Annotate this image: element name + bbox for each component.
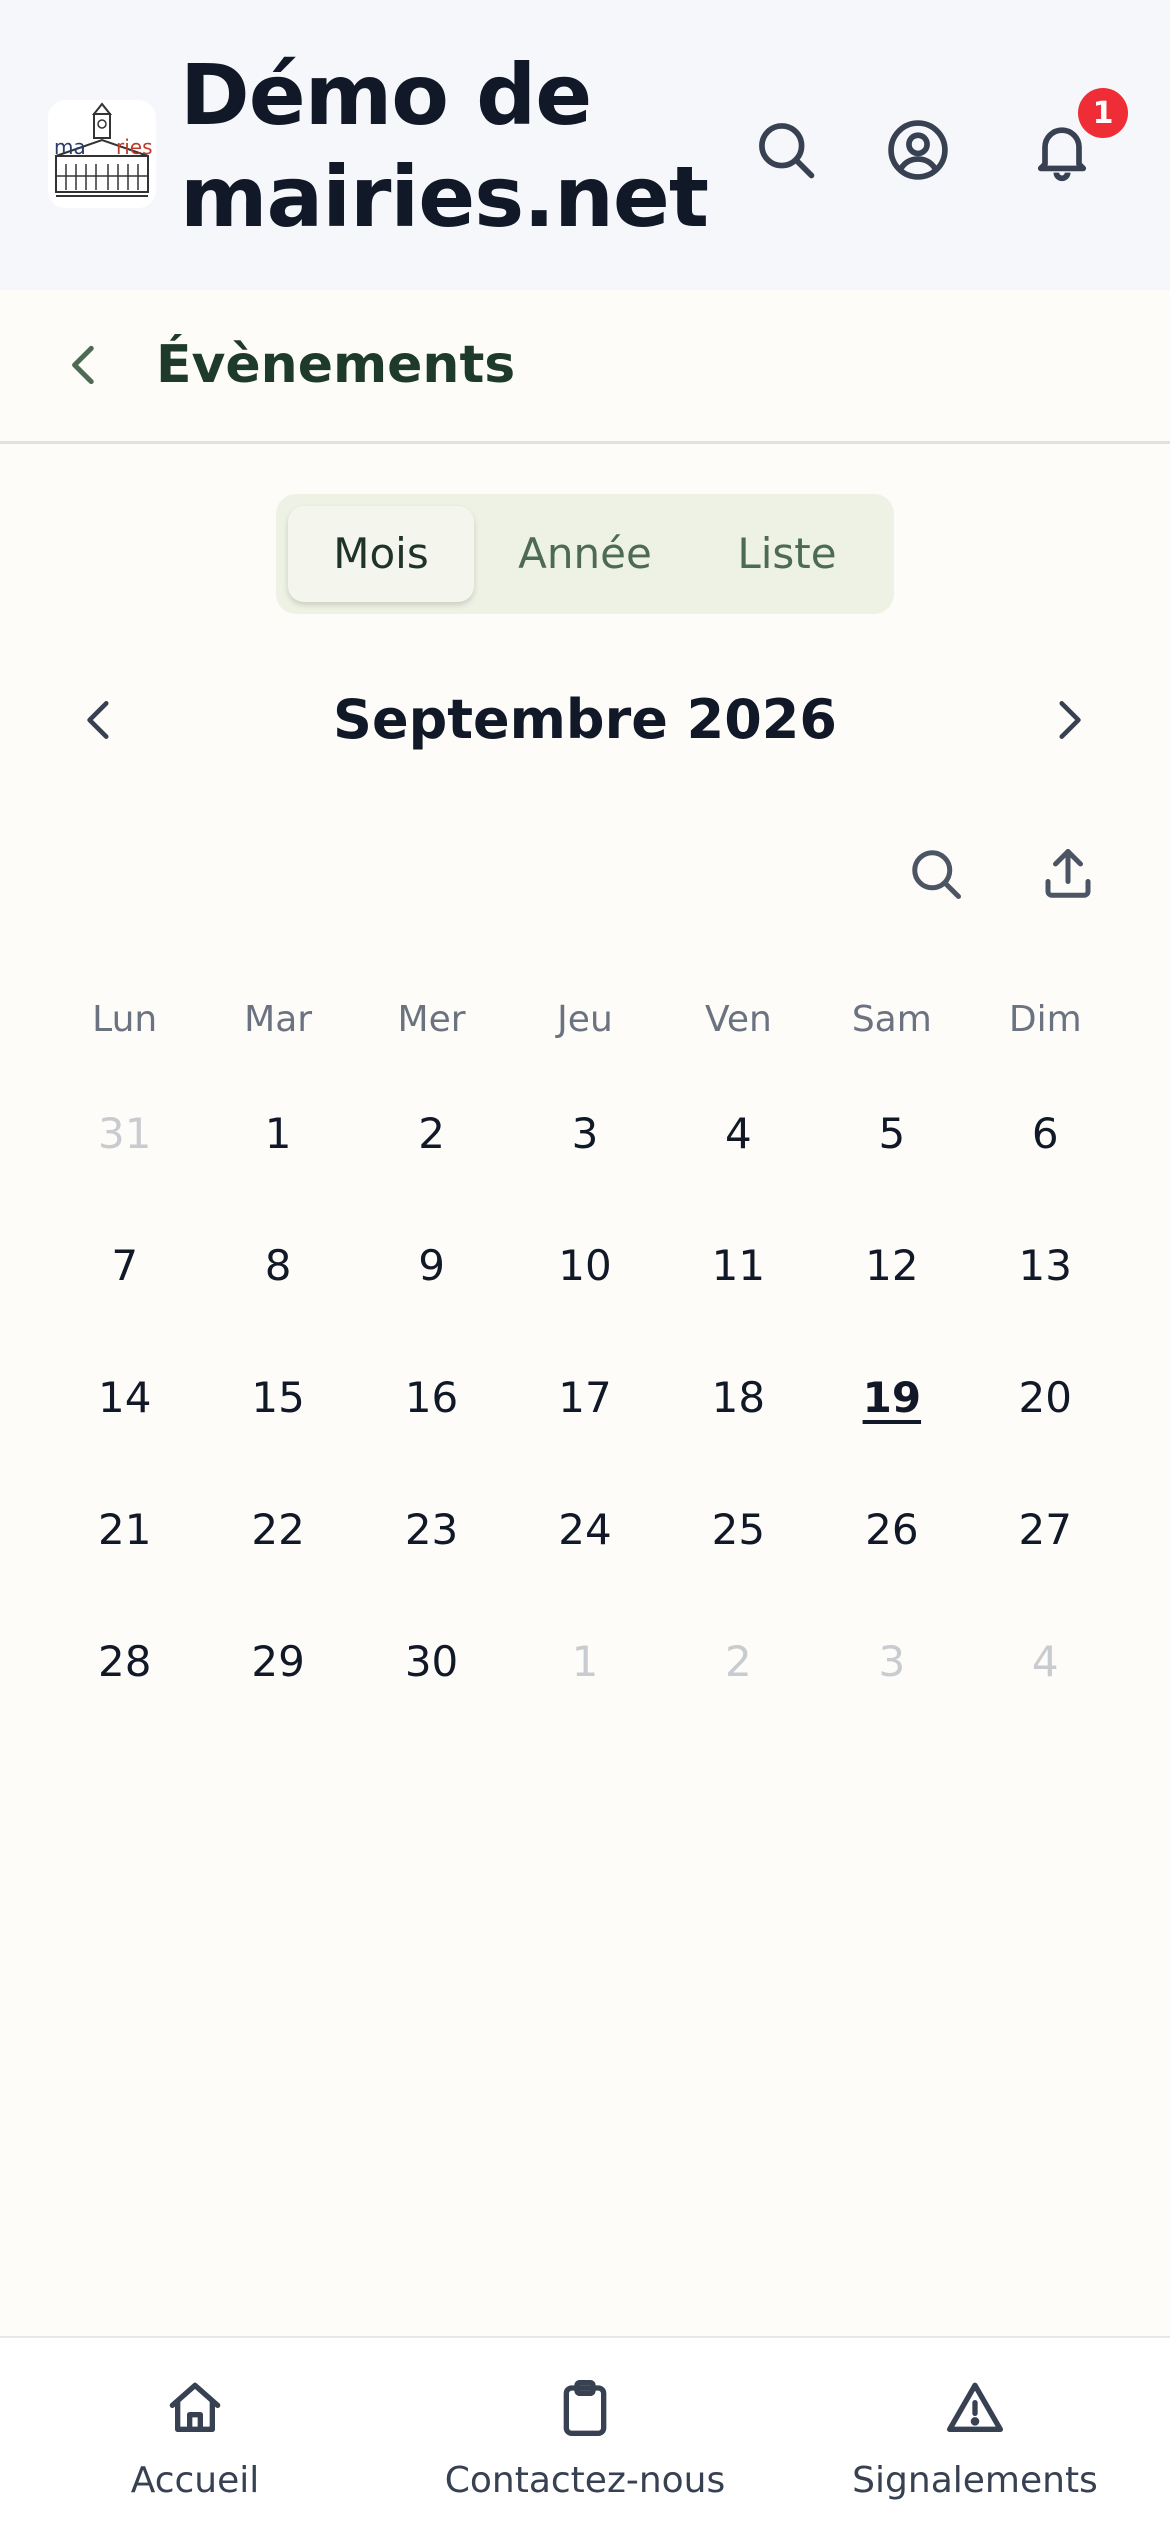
calendar-day[interactable]: 16 (355, 1358, 508, 1490)
export-button[interactable] (1028, 834, 1108, 914)
calendar-day-outside-month[interactable]: 3 (815, 1622, 968, 1754)
tab-month[interactable]: Mois (288, 506, 474, 602)
view-switch: Mois Année Liste (276, 494, 894, 614)
tab-year[interactable]: Année (488, 506, 682, 602)
nav-item-reports[interactable]: Signalements (780, 2368, 1170, 2518)
calendar-day-outside-month[interactable]: 4 (969, 1622, 1122, 1754)
calendar-day[interactable]: 27 (969, 1490, 1122, 1622)
calendar-day[interactable]: 21 (48, 1490, 201, 1622)
page-title: Évènements (156, 335, 516, 395)
calendar-day[interactable]: 14 (48, 1358, 201, 1490)
weekday-label: Mer (397, 999, 466, 1040)
weekday-label: Ven (705, 999, 772, 1040)
calendar-day[interactable]: 7 (48, 1226, 201, 1358)
calendar-day[interactable]: 24 (508, 1490, 661, 1622)
warning-icon (939, 2372, 1011, 2444)
chevron-left-icon (87, 701, 109, 739)
weekday-label: Dim (1008, 999, 1082, 1040)
calendar-day[interactable]: 10 (508, 1226, 661, 1358)
calendar-day[interactable]: 20 (969, 1358, 1122, 1490)
calendar-day[interactable]: 11 (662, 1226, 815, 1358)
calendar-day-outside-month[interactable]: 2 (662, 1622, 815, 1754)
search-button[interactable] (748, 112, 824, 188)
nav-label: Accueil (130, 2460, 260, 2501)
next-month-button[interactable] (1028, 680, 1108, 760)
calendar-day[interactable]: 25 (662, 1490, 815, 1622)
search-icon (912, 850, 961, 899)
page: ma ries Démo de mairies.net 1 Évènements… (0, 0, 1170, 2532)
app-header: ma ries Démo de mairies.net 1 (0, 0, 1170, 290)
calendar-day-outside-month[interactable]: 1 (508, 1622, 661, 1754)
calendar-day[interactable]: 8 (201, 1226, 354, 1358)
app-logo[interactable]: ma ries (48, 100, 156, 208)
nav-item-home[interactable]: Accueil (0, 2368, 390, 2518)
nav-label: Contactez-nous (444, 2460, 726, 2501)
calendar-week: 28 29 30 1 2 3 4 (48, 1622, 1122, 1754)
chevron-right-icon (1059, 701, 1081, 739)
app-title: Démo de mairies.net (180, 46, 709, 246)
chevron-left-icon (72, 345, 94, 385)
svg-text:ries: ries (116, 135, 153, 159)
calendar-day[interactable]: 5 (815, 1094, 968, 1226)
calendar-day[interactable]: 26 (815, 1490, 968, 1622)
upload-icon (1045, 849, 1091, 898)
weekday-label: Jeu (557, 999, 613, 1040)
calendar-day[interactable]: 3 (508, 1094, 661, 1226)
weekday-label: Lun (92, 999, 158, 1040)
calendar-day-today[interactable]: 19 (815, 1358, 968, 1490)
nav-label: Signalements (852, 2460, 1098, 2501)
user-circle-icon (888, 120, 948, 180)
calendar-day[interactable]: 6 (969, 1094, 1122, 1226)
calendar-day[interactable]: 23 (355, 1490, 508, 1622)
month-label: Septembre 2026 (333, 688, 837, 751)
calendar-day[interactable]: 15 (201, 1358, 354, 1490)
weekday-header: Lun Mar Mer Jeu Ven Sam Dim (48, 990, 1122, 1050)
notification-badge: 1 (1078, 88, 1128, 138)
calendar-day[interactable]: 2 (355, 1094, 508, 1226)
home-icon (159, 2372, 231, 2444)
calendar-day[interactable]: 18 (662, 1358, 815, 1490)
calendar-day[interactable]: 4 (662, 1094, 815, 1226)
town-hall-logo-icon: ma ries (48, 100, 156, 208)
calendar-day[interactable]: 29 (201, 1622, 354, 1754)
svg-text:ma: ma (54, 135, 86, 159)
calendar-day[interactable]: 1 (201, 1094, 354, 1226)
bottom-nav: Accueil Contactez-nous Signalements (0, 2336, 1170, 2532)
calendar-day[interactable]: 30 (355, 1622, 508, 1754)
weekday-label: Sam (851, 999, 932, 1040)
calendar-day-outside-month[interactable]: 31 (48, 1094, 201, 1226)
search-icon (759, 123, 815, 179)
back-button[interactable] (50, 330, 120, 400)
calendar-day[interactable]: 22 (201, 1490, 354, 1622)
previous-month-button[interactable] (60, 680, 140, 760)
calendar-week: 7 8 9 10 11 12 13 (48, 1226, 1122, 1358)
calendar-day[interactable]: 17 (508, 1358, 661, 1490)
calendar-day[interactable]: 12 (815, 1226, 968, 1358)
weekday-label: Mar (244, 999, 313, 1040)
profile-button[interactable] (880, 112, 956, 188)
calendar-search-button[interactable] (896, 834, 976, 914)
calendar-week: 14 15 16 17 18 19 20 (48, 1358, 1122, 1490)
calendar-day[interactable]: 13 (969, 1226, 1122, 1358)
sub-header: Évènements (0, 290, 1170, 444)
nav-item-contact[interactable]: Contactez-nous (390, 2368, 780, 2518)
calendar-day[interactable]: 28 (48, 1622, 201, 1754)
calendar-week: 21 22 23 24 25 26 27 (48, 1490, 1122, 1622)
clipboard-icon (549, 2372, 621, 2444)
calendar-week: 31 1 2 3 4 5 6 (48, 1094, 1122, 1226)
calendar-day[interactable]: 9 (355, 1226, 508, 1358)
tab-list[interactable]: Liste (692, 506, 882, 602)
